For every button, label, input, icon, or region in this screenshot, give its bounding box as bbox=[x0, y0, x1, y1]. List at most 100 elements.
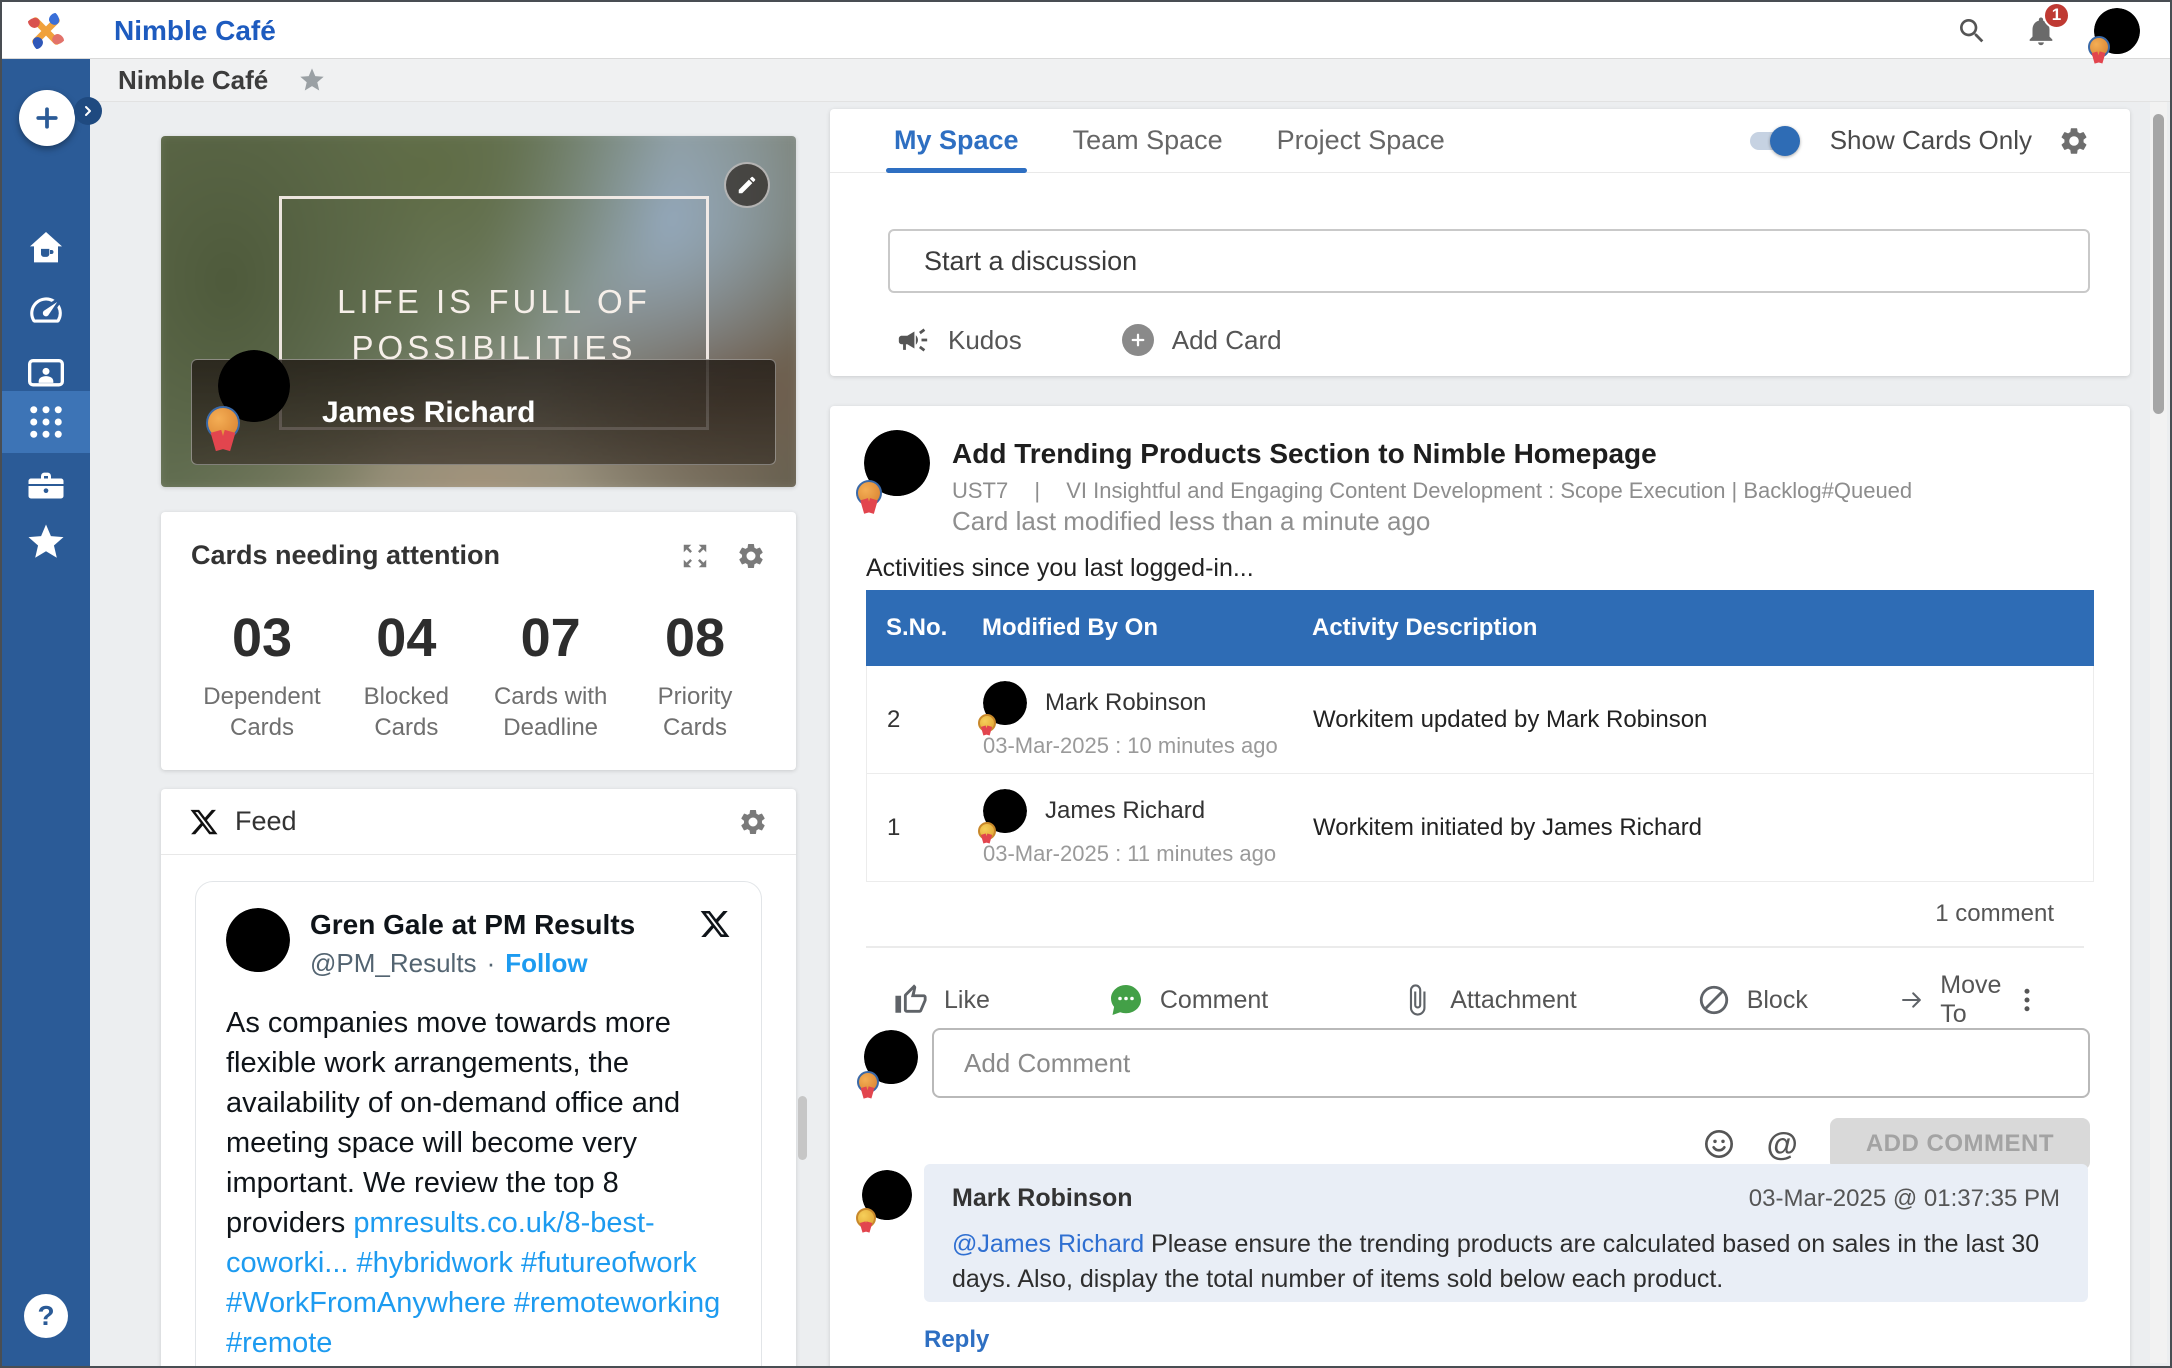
block-label: Block bbox=[1747, 986, 1808, 1015]
help-button[interactable]: ? bbox=[24, 1294, 68, 1338]
scrollbar-thumb[interactable] bbox=[2153, 114, 2164, 414]
emoji-icon[interactable] bbox=[1703, 1128, 1735, 1160]
medal-badge bbox=[2088, 36, 2110, 58]
add-card-button[interactable]: Add Card bbox=[1122, 324, 1282, 356]
workitem-feed-card: Add Trending Products Section to Nimble … bbox=[830, 406, 2130, 1368]
col-sno: S.No. bbox=[886, 614, 982, 642]
cards-needing-attention-widget: Cards needing attention 03 Dependent Car… bbox=[161, 512, 796, 770]
app-title: Nimble Café bbox=[114, 2, 276, 59]
more-options-button[interactable] bbox=[2012, 985, 2042, 1015]
row-avatar bbox=[983, 681, 1027, 725]
workitem-title[interactable]: Add Trending Products Section to Nimble … bbox=[952, 438, 1657, 470]
brand-logo[interactable] bbox=[2, 2, 90, 59]
sidebar-nav: ? bbox=[2, 59, 90, 1366]
table-row[interactable]: 2 Mark Robinson 03-Mar-2025 : 10 minutes… bbox=[866, 666, 2094, 774]
expand-icon[interactable] bbox=[680, 541, 710, 571]
banner-user-card: James Richard bbox=[191, 359, 776, 465]
comment-body: @James Richard Please ensure the trendin… bbox=[952, 1227, 2060, 1297]
workitem-id: UST7 bbox=[952, 478, 1008, 503]
attachment-button[interactable]: Attachment bbox=[1400, 983, 1576, 1017]
stat-priority-cards[interactable]: 08 Priority Cards bbox=[624, 607, 766, 743]
medal-badge bbox=[856, 480, 882, 506]
tweet-text-main: As companies move towards more flexible … bbox=[226, 1007, 680, 1239]
medal-badge bbox=[856, 1208, 876, 1228]
block-icon bbox=[1697, 983, 1731, 1017]
favorite-star-icon[interactable] bbox=[298, 66, 326, 94]
comment-label: Comment bbox=[1160, 986, 1268, 1015]
mention-icon[interactable]: @ bbox=[1767, 1126, 1798, 1163]
table-row[interactable]: 1 James Richard 03-Mar-2025 : 11 minutes… bbox=[866, 774, 2094, 882]
sidebar-expand-chevron-icon[interactable] bbox=[74, 97, 102, 125]
block-button[interactable]: Block bbox=[1697, 983, 1808, 1017]
row-user-name: James Richard bbox=[1045, 797, 1205, 825]
mention-link[interactable]: @James Richard bbox=[952, 1230, 1144, 1258]
divider bbox=[866, 946, 2084, 948]
workitem-modified-note: Card last modified less than a minute ag… bbox=[952, 506, 1430, 537]
x-logo-icon bbox=[189, 807, 219, 837]
stat-cards-with-deadline[interactable]: 07 Cards with Deadline bbox=[480, 607, 622, 743]
add-button[interactable] bbox=[19, 90, 75, 146]
notifications-bell-icon[interactable]: 1 bbox=[2024, 14, 2058, 48]
sidebar-item-apps[interactable] bbox=[2, 391, 90, 453]
comment-button[interactable]: Comment bbox=[1108, 982, 1268, 1018]
row-avatar bbox=[983, 789, 1027, 833]
medal-badge bbox=[857, 1071, 879, 1093]
arrow-right-icon bbox=[1900, 984, 1924, 1016]
move-to-label: Move To bbox=[1940, 971, 2012, 1029]
show-cards-only-toggle[interactable] bbox=[1750, 132, 1796, 150]
tweet-author-handle[interactable]: @PM_Results bbox=[310, 948, 477, 979]
activities-heading: Activities since you last logged-in... bbox=[866, 554, 1254, 583]
sidebar-item-favorites[interactable] bbox=[2, 511, 90, 573]
row-date: 03-Mar-2025 : 10 minutes ago bbox=[983, 733, 1313, 759]
kudos-button[interactable]: Kudos bbox=[896, 323, 1022, 357]
workitem-owner-avatar bbox=[864, 430, 930, 496]
gear-icon[interactable] bbox=[736, 541, 766, 571]
edit-banner-button[interactable] bbox=[724, 162, 770, 208]
gear-icon[interactable] bbox=[2058, 125, 2090, 157]
top-bar: Nimble Café 1 bbox=[2, 2, 2170, 59]
sidebar-item-workspace[interactable] bbox=[2, 455, 90, 517]
sidebar-item-dashboard[interactable] bbox=[2, 279, 90, 341]
move-to-button[interactable]: Move To bbox=[1900, 971, 2012, 1029]
comment-count[interactable]: 1 comment bbox=[1935, 900, 2054, 928]
add-comment-button[interactable]: ADD COMMENT bbox=[1830, 1118, 2090, 1170]
profile-banner-widget: LIFE IS FULL OF POSSIBILITIES James Rich… bbox=[161, 136, 796, 487]
add-card-label: Add Card bbox=[1172, 325, 1282, 356]
tweet-author-avatar bbox=[226, 908, 290, 972]
tab-team-space[interactable]: Team Space bbox=[1073, 109, 1223, 173]
composer-avatar bbox=[864, 1030, 918, 1084]
activity-table: S.No. Modified By On Activity Descriptio… bbox=[866, 590, 2094, 882]
workitem-meta: UST7 | VI Insightful and Engaging Conten… bbox=[952, 478, 1912, 504]
x-logo-icon[interactable] bbox=[699, 908, 731, 940]
left-column-scrollbar-thumb[interactable] bbox=[798, 1096, 807, 1160]
cell-sno: 1 bbox=[887, 814, 983, 842]
comment-author: Mark Robinson bbox=[952, 1184, 1133, 1213]
add-comment-input[interactable] bbox=[932, 1028, 2090, 1098]
stat-dependent-cards[interactable]: 03 Dependent Cards bbox=[191, 607, 333, 743]
banner-avatar bbox=[218, 350, 290, 422]
space-panel: My Space Team Space Project Space Show C… bbox=[830, 109, 2130, 376]
tweet-card[interactable]: Gren Gale at PM Results @PM_Results · Fo… bbox=[195, 881, 762, 1368]
medal-badge bbox=[978, 714, 996, 732]
gear-icon[interactable] bbox=[738, 807, 768, 837]
start-discussion-input[interactable] bbox=[888, 229, 2090, 293]
breadcrumb: Nimble Café bbox=[118, 65, 268, 96]
tab-project-space[interactable]: Project Space bbox=[1277, 109, 1445, 173]
col-modified-by: Modified By On bbox=[982, 614, 1312, 642]
comment-bubble-icon bbox=[1108, 982, 1144, 1018]
stat-blocked-cards[interactable]: 04 Blocked Cards bbox=[335, 607, 477, 743]
sidebar-item-home[interactable] bbox=[2, 217, 90, 279]
row-description: Workitem initiated by James Richard bbox=[1313, 814, 2093, 842]
tab-my-space[interactable]: My Space bbox=[894, 109, 1019, 173]
attachment-label: Attachment bbox=[1450, 986, 1576, 1015]
user-avatar[interactable] bbox=[2094, 8, 2140, 54]
col-activity-description: Activity Description bbox=[1312, 614, 2094, 642]
medal-badge bbox=[206, 406, 240, 440]
kudos-label: Kudos bbox=[948, 325, 1022, 356]
follow-button[interactable]: Follow bbox=[505, 948, 587, 979]
like-button[interactable]: Like bbox=[894, 983, 990, 1017]
row-date: 03-Mar-2025 : 11 minutes ago bbox=[983, 841, 1313, 867]
search-icon[interactable] bbox=[1956, 15, 1988, 47]
reply-button[interactable]: Reply bbox=[924, 1326, 989, 1354]
page-scrollbar[interactable] bbox=[2150, 102, 2167, 1363]
